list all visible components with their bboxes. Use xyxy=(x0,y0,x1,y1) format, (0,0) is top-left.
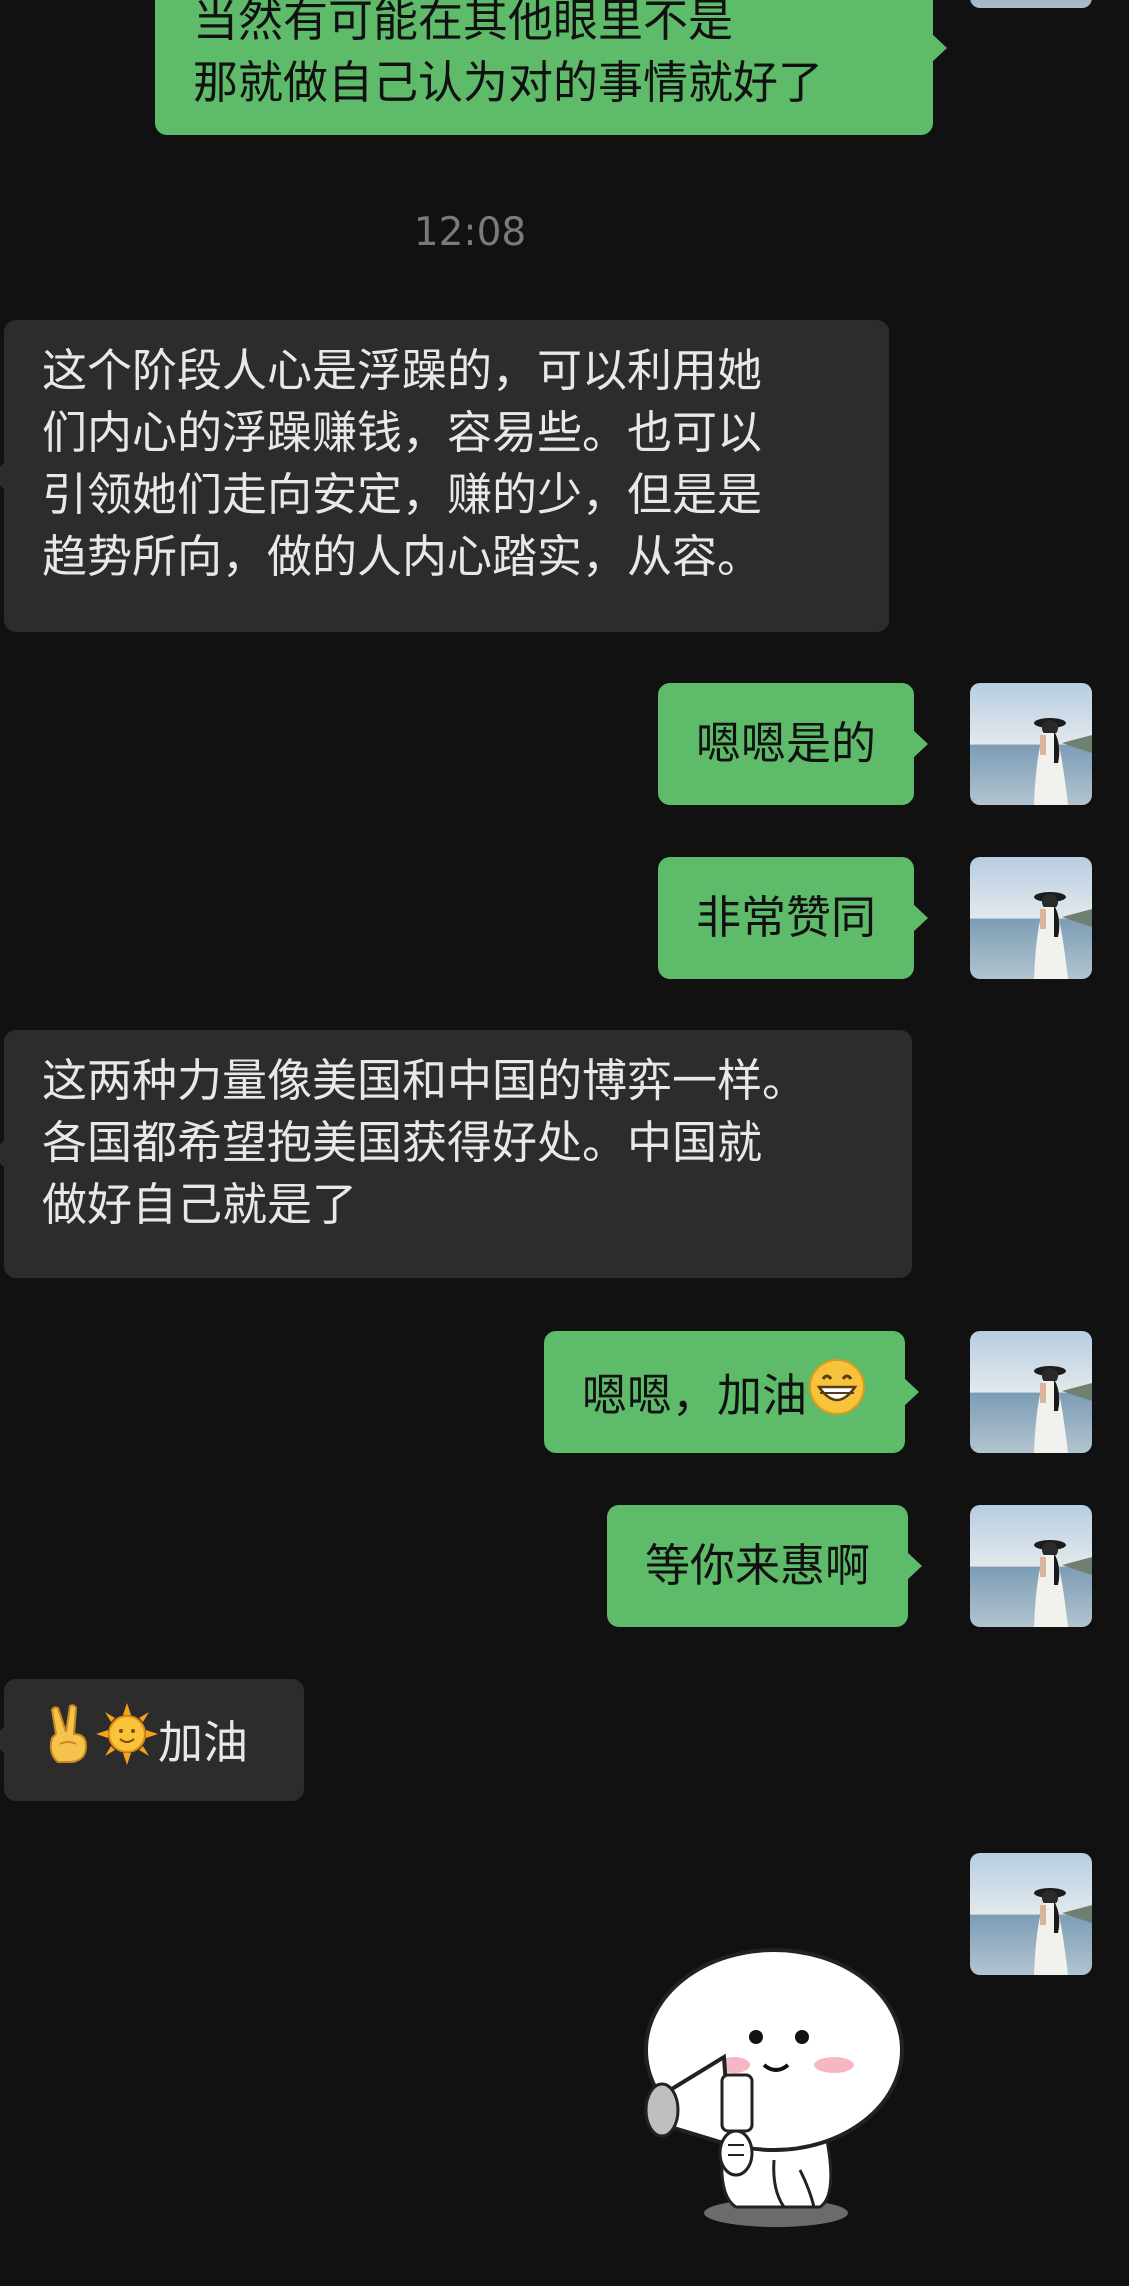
beach-photo-icon xyxy=(970,857,1092,979)
message-text: 那就做自己认为对的事情就好了 xyxy=(193,56,824,109)
message-text: 引领她们走向安定，赚的少，但是是 xyxy=(42,468,763,521)
message-bubble-outgoing[interactable]: 等你来惠啊 xyxy=(607,1505,923,1627)
message-text: 做好自己就是了 xyxy=(42,1178,358,1231)
avatar[interactable] xyxy=(970,1505,1092,1627)
message-text: 非常赞同 xyxy=(696,891,877,944)
message-bubble-outgoing[interactable]: 非常赞同 xyxy=(658,857,929,979)
message-text: 当然有可能在其他眼里不是 xyxy=(193,0,734,47)
avatar[interactable] xyxy=(970,0,1092,8)
message-bubble-incoming[interactable]: 加油 xyxy=(0,1679,304,1801)
beach-photo-icon xyxy=(970,1331,1092,1453)
message-bubble-incoming[interactable]: 这两种力量像美国和中国的博弈一样。 各国都希望抱美国获得好处。中国就 做好自己就… xyxy=(0,1030,912,1278)
victory-hand-icon xyxy=(44,1704,96,1780)
avatar[interactable] xyxy=(970,857,1092,979)
message-text: 这个阶段人心是浮躁的，可以利用她 xyxy=(42,344,763,397)
avatar[interactable] xyxy=(970,1853,1092,1975)
grinning-face-icon xyxy=(807,1357,867,1433)
beach-photo-icon xyxy=(970,683,1092,805)
avatar[interactable] xyxy=(970,683,1092,805)
message-text: 各国都希望抱美国获得好处。中国就 xyxy=(42,1116,763,1169)
megaphone-sticker[interactable] xyxy=(624,1945,904,2235)
message-text: 加油 xyxy=(158,1716,249,1769)
beach-photo-icon xyxy=(970,1853,1092,1975)
timestamp: 12:08 xyxy=(413,210,527,255)
message-bubble-incoming[interactable]: 这个阶段人心是浮躁的，可以利用她 们内心的浮躁赚钱，容易些。也可以 引领她们走向… xyxy=(0,320,889,632)
message-bubble-outgoing[interactable]: 当然有可能在其他眼里不是 那就做自己认为对的事情就好了 xyxy=(155,0,947,135)
avatar[interactable] xyxy=(970,1331,1092,1453)
sun-face-icon xyxy=(96,1703,158,1781)
message-text: 等你来惠啊 xyxy=(645,1539,871,1592)
message-text: 趋势所向，做的人内心踏实，从容。 xyxy=(42,530,763,583)
message-text: 嗯嗯，加油 xyxy=(582,1369,808,1422)
message-text: 这两种力量像美国和中国的博弈一样。 xyxy=(42,1054,808,1107)
message-text: 们内心的浮躁赚钱，容易些。也可以 xyxy=(42,406,763,459)
message-bubble-outgoing[interactable]: 嗯嗯是的 xyxy=(658,683,929,805)
beach-photo-icon xyxy=(970,1505,1092,1627)
message-bubble-outgoing[interactable]: 嗯嗯，加油 xyxy=(544,1331,920,1453)
message-text: 嗯嗯是的 xyxy=(696,717,877,770)
